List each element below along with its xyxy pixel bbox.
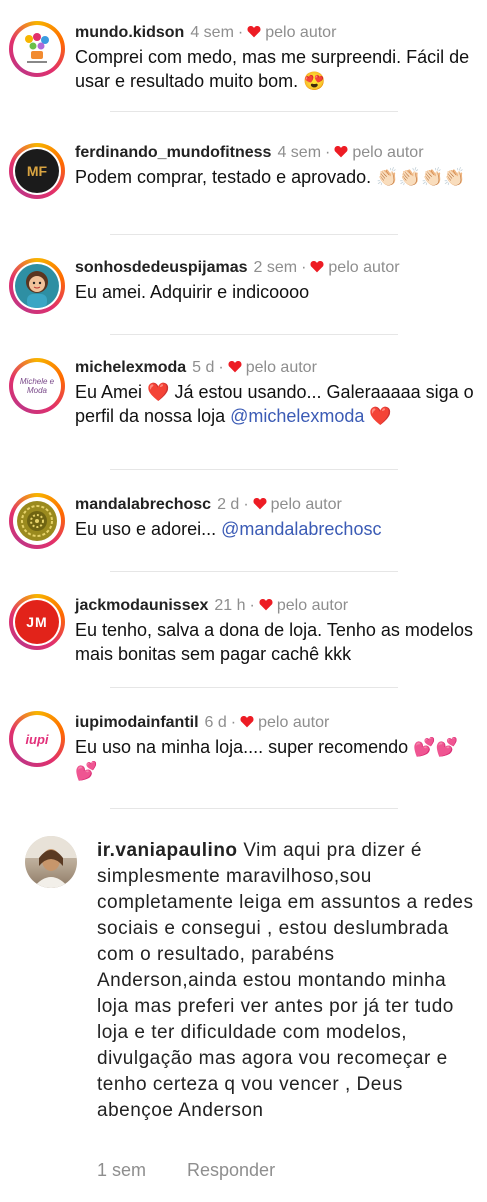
liked-by-author-label: pelo autor: [352, 144, 424, 161]
timestamp: 6 d: [204, 714, 227, 731]
heart-icon: [253, 497, 267, 510]
heart-icon: [247, 25, 261, 38]
comment-meta: mundo.kidson 4 sem · pelo autor: [75, 24, 337, 41]
divider: [110, 469, 398, 470]
username[interactable]: ir.vaniapaulino: [97, 840, 238, 861]
cartoon-girl-icon: [26, 271, 48, 308]
comment-meta: ferdinando_mundofitness 4 sem · pelo autor: [75, 144, 424, 161]
username[interactable]: michelexmoda: [75, 359, 186, 376]
comment-text: ir.vaniapaulino Vim aqui pra dizer é sim…: [97, 840, 474, 1121]
username[interactable]: iupimodainfantil: [75, 714, 199, 731]
timestamp: 21 h: [214, 597, 246, 614]
heart-icon: [240, 715, 254, 728]
divider: [110, 687, 398, 688]
divider: [110, 111, 398, 112]
comment-meta: jackmodaunissex 21 h · pelo autor: [75, 597, 349, 614]
comment-text: Eu uso e adorei... @mandalabrechosc: [75, 519, 382, 539]
avatar[interactable]: JM: [9, 594, 65, 650]
liked-by-author-label: pelo autor: [276, 597, 349, 614]
comment-timestamp: 1 sem: [97, 1160, 147, 1180]
avatar[interactable]: MF: [9, 143, 65, 199]
comment-meta: michelexmoda 5 d · pelo autor: [75, 359, 317, 376]
username[interactable]: mundo.kidson: [75, 24, 184, 41]
avatar[interactable]: [9, 493, 65, 549]
reply-button[interactable]: Responder: [187, 1160, 275, 1181]
divider: [110, 334, 398, 335]
avatar-logo-text: iupi: [25, 731, 49, 747]
username[interactable]: sonhosdedeuspijamas: [75, 259, 248, 276]
avatar[interactable]: [9, 258, 65, 314]
timestamp: 4 sem: [277, 144, 322, 161]
heart-icon: [310, 260, 324, 273]
comment-meta: iupimodainfantil 6 d · pelo autor: [75, 714, 330, 731]
avatar-logo-text: JM: [26, 614, 48, 630]
comment-text: Eu Amei ❤️ Já estou usando... Galeraaaaa…: [75, 382, 474, 426]
avatar[interactable]: Michele e Moda: [9, 358, 65, 414]
comment-text: Comprei com medo, mas me surpreendi. Fác…: [75, 47, 470, 91]
heart-icon: [228, 360, 242, 373]
comment-text: Podem comprar, testado e aprovado. 👏🏻👏🏻👏…: [75, 167, 466, 187]
avatar[interactable]: [9, 21, 65, 77]
comment-meta: mandalabrechosc 2 d · pelo autor: [75, 496, 342, 513]
liked-by-author-label: pelo autor: [245, 359, 317, 376]
timestamp: 2 d: [217, 496, 240, 513]
username[interactable]: jackmodaunissex: [75, 597, 208, 614]
heart-icon: [259, 598, 273, 611]
timestamp: 4 sem: [190, 24, 234, 41]
timestamp: 5 d: [192, 359, 215, 376]
comment-text: Eu amei. Adquirir e indicoooo: [75, 282, 310, 302]
avatar-logo-text: Michele e Moda: [19, 377, 55, 395]
mandala-icon: [17, 501, 57, 541]
username[interactable]: mandalabrechosc: [75, 496, 211, 513]
comment-text: Eu tenho, salva a dona de loja. Tenho as…: [75, 620, 473, 664]
liked-by-author-label: pelo autor: [265, 24, 337, 41]
liked-by-author-label: pelo autor: [270, 496, 342, 513]
mention-link[interactable]: @mandalabrechosc: [221, 519, 381, 539]
comment-text: Eu uso na minha loja.... super recomendo…: [75, 737, 459, 781]
liked-by-author-label: pelo autor: [258, 714, 330, 731]
avatar[interactable]: [25, 836, 77, 888]
toy-icon: [25, 33, 49, 63]
divider: [110, 234, 398, 235]
mention-link[interactable]: @michelexmoda: [230, 406, 364, 426]
heart-icon: [334, 145, 348, 158]
divider: [110, 571, 398, 572]
timestamp: 2 sem: [253, 259, 298, 276]
liked-by-author-label: pelo autor: [328, 259, 400, 276]
divider: [110, 808, 398, 809]
profile-photo-icon: [25, 836, 77, 888]
comment-meta: sonhosdedeuspijamas 2 sem · pelo autor: [75, 259, 400, 276]
username[interactable]: ferdinando_mundofitness: [75, 144, 271, 161]
avatar[interactable]: iupi: [9, 711, 65, 767]
